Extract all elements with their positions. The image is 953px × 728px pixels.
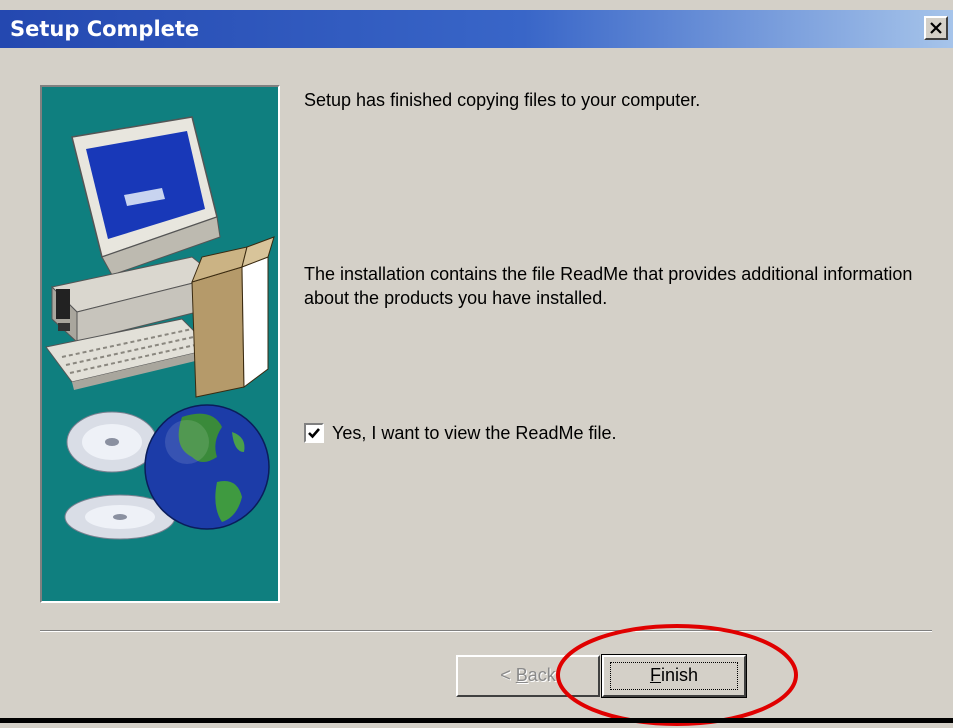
finish-button-label: Finish	[649, 665, 699, 685]
button-separator	[40, 630, 932, 632]
computer-install-illustration	[45, 116, 275, 540]
globe-icon	[144, 404, 270, 530]
view-readme-checkbox[interactable]	[304, 423, 324, 443]
message-readme-info: The installation contains the file ReadM…	[304, 264, 913, 308]
setup-complete-dialog: Setup Complete Setup has finished copyin…	[0, 0, 953, 726]
close-icon	[930, 22, 942, 34]
finish-button[interactable]: Finish	[601, 654, 747, 698]
window-bottom-edge	[0, 718, 953, 723]
window-title: Setup Complete	[10, 17, 200, 41]
monitor-icon	[71, 116, 221, 276]
view-readme-label[interactable]: Yes, I want to view the ReadMe file.	[332, 421, 616, 445]
checkmark-icon	[308, 428, 320, 439]
title-bar: Setup Complete	[0, 10, 953, 48]
back-button[interactable]: < Back	[456, 655, 600, 697]
message-copy-finished: Setup has finished copying files to your…	[304, 90, 701, 110]
close-button[interactable]	[924, 16, 948, 40]
setup-graphic-panel	[40, 85, 280, 603]
box-icon	[191, 236, 275, 398]
